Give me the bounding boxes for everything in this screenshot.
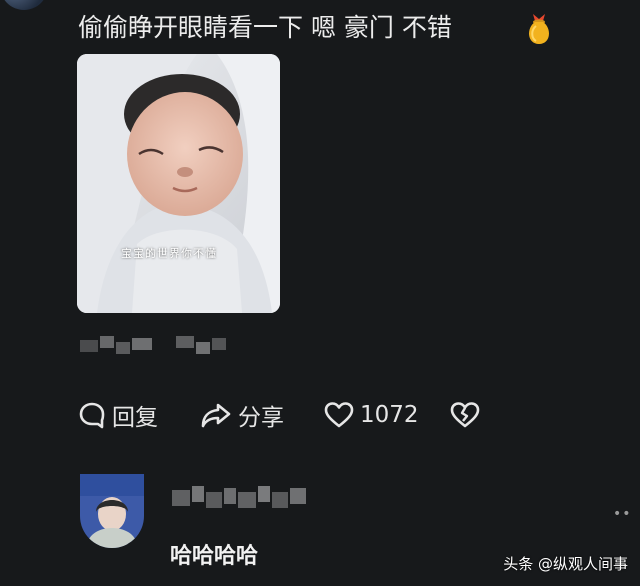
reply-label: 回复 (112, 405, 158, 431)
share-button[interactable]: 分享 (200, 398, 324, 432)
reply-button[interactable]: 回复 (78, 398, 200, 432)
comment-actions: 回复 分享 1072 (78, 396, 480, 434)
blurred-timestamp (80, 334, 230, 358)
more-options-icon[interactable]: •• (613, 506, 632, 522)
reply-avatar-image (80, 474, 144, 548)
dislike-button[interactable] (450, 401, 480, 429)
blurred-reply-username (172, 482, 308, 518)
like-button[interactable]: 1072 (324, 401, 450, 429)
watermark: 头条 @纵观人间事 (503, 555, 628, 573)
broken-heart-icon (450, 402, 480, 428)
reply-text: 哈哈哈哈 (170, 544, 259, 569)
share-label: 分享 (238, 405, 284, 431)
heart-icon (324, 402, 354, 428)
reply-avatar[interactable] (80, 474, 144, 548)
comment-text: 偷偷睁开眼睛看一下 嗯 豪门 不错 (78, 13, 452, 42)
money-bag-emoji-icon (529, 14, 549, 44)
baby-photo-image (77, 54, 280, 313)
like-count: 1072 (360, 402, 419, 428)
reply-bubble-icon (79, 402, 105, 429)
share-arrow-icon (201, 403, 231, 428)
baby-photo[interactable]: 宝宝的世界你不懂 (77, 54, 280, 313)
photo-caption: 宝宝的世界你不懂 (121, 247, 217, 260)
commenter-avatar[interactable] (0, 0, 48, 10)
